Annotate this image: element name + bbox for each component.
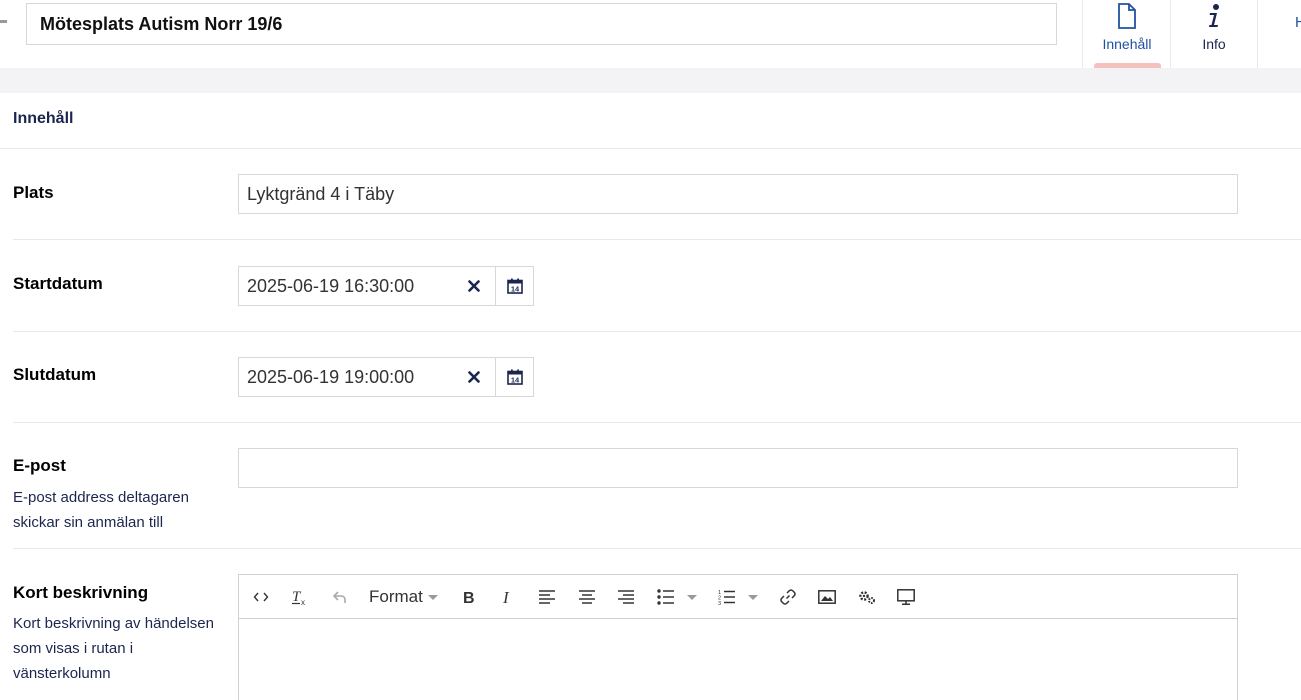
- tab-label: Info: [1202, 36, 1226, 52]
- svg-text:I: I: [502, 589, 510, 605]
- numbered-list-icon[interactable]: 123: [718, 586, 758, 608]
- tab-info[interactable]: Info: [1170, 0, 1258, 68]
- header-bar: Mötesplats Autism Norr 19/6 Innehåll Inf…: [0, 0, 1301, 68]
- epost-input[interactable]: [238, 448, 1238, 488]
- link-icon[interactable]: [778, 586, 798, 608]
- bulleted-list-icon[interactable]: [657, 586, 697, 608]
- image-icon[interactable]: [817, 586, 837, 608]
- chevron-down-icon: [427, 594, 438, 600]
- slutdatum-input[interactable]: 2025-06-19 19:00:00: [238, 357, 496, 397]
- calendar-icon: 14: [506, 369, 523, 385]
- editor-toolbar: Tx Format B I 123: [239, 575, 1237, 619]
- undo-icon[interactable]: [330, 586, 350, 608]
- divider: [13, 548, 1301, 549]
- slutdatum-label: Slutdatum: [13, 365, 97, 384]
- align-center-icon[interactable]: [577, 586, 597, 608]
- preview-icon[interactable]: [896, 586, 916, 608]
- align-left-icon[interactable]: [537, 586, 557, 608]
- startdatum-label: Startdatum: [13, 274, 103, 293]
- plats-label: Plats: [13, 183, 54, 202]
- tab-partial[interactable]: H: [1295, 14, 1301, 31]
- startdatum-picker: 2025-06-19 16:30:00 14: [238, 266, 534, 306]
- rich-text-editor: Tx Format B I 123: [238, 574, 1238, 700]
- collapse-handle[interactable]: [0, 20, 7, 23]
- tab-innehall[interactable]: Innehåll: [1082, 0, 1171, 68]
- title-input[interactable]: Mötesplats Autism Norr 19/6: [26, 3, 1057, 45]
- kort-beskrivning-description: Kort beskrivning av händelsen som visas …: [13, 615, 214, 682]
- settings-icon[interactable]: [857, 586, 877, 608]
- chevron-down-icon[interactable]: [687, 594, 697, 600]
- svg-text:3: 3: [718, 601, 721, 605]
- bold-icon[interactable]: B: [459, 586, 479, 608]
- section-title: Innehåll: [13, 110, 74, 127]
- chevron-down-icon[interactable]: [748, 594, 758, 600]
- info-icon: [1207, 3, 1221, 29]
- tab-label: Innehåll: [1102, 36, 1152, 52]
- format-label: Format: [369, 587, 423, 606]
- editor-content-area[interactable]: [239, 619, 1237, 700]
- svg-text:x: x: [301, 598, 305, 606]
- calendar-icon: 14: [506, 278, 523, 294]
- epost-description: E-post address deltagaren skickar sin an…: [13, 489, 189, 531]
- svg-text:14: 14: [510, 285, 519, 294]
- document-icon: [1117, 3, 1137, 29]
- format-dropdown[interactable]: Format: [369, 586, 438, 608]
- clear-icon[interactable]: [466, 278, 482, 294]
- svg-text:B: B: [463, 590, 475, 605]
- epost-label: E-post: [13, 456, 66, 475]
- clear-icon[interactable]: [466, 369, 482, 385]
- italic-icon[interactable]: I: [498, 586, 518, 608]
- source-code-icon[interactable]: [252, 586, 270, 608]
- startdatum-input[interactable]: 2025-06-19 16:30:00: [238, 266, 496, 306]
- remove-format-icon[interactable]: Tx: [290, 586, 310, 608]
- divider: [13, 422, 1301, 423]
- calendar-button[interactable]: 14: [495, 357, 534, 397]
- divider: [13, 239, 1301, 240]
- divider-band: [0, 68, 1301, 93]
- kort-beskrivning-label: Kort beskrivning: [13, 583, 149, 602]
- align-right-icon[interactable]: [616, 586, 636, 608]
- divider: [13, 331, 1301, 332]
- calendar-button[interactable]: 14: [495, 266, 534, 306]
- slutdatum-picker: 2025-06-19 19:00:00 14: [238, 357, 534, 397]
- svg-text:14: 14: [510, 376, 519, 385]
- plats-input[interactable]: Lyktgränd 4 i Täby: [238, 174, 1238, 214]
- divider: [0, 148, 1301, 149]
